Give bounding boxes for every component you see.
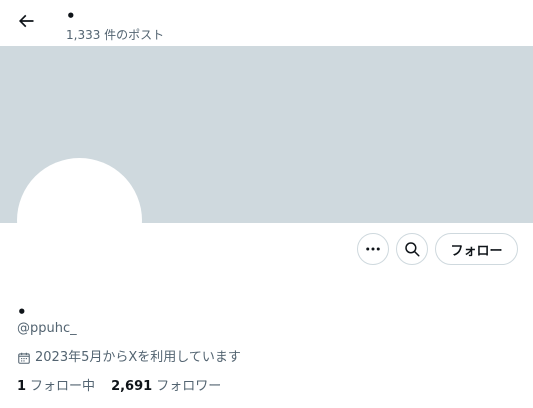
calendar-icon — [18, 352, 30, 364]
follow-stats: 1 フォロー中 2,691 フォロワー — [17, 378, 237, 396]
following-label: フォロー中 — [30, 379, 96, 394]
following-count: 1 — [17, 379, 27, 394]
followers-link[interactable]: 2,691 フォロワー — [111, 378, 221, 396]
header-name: • — [66, 7, 76, 25]
avatar[interactable] — [17, 158, 142, 283]
search-icon — [405, 242, 420, 257]
search-button[interactable] — [396, 233, 428, 265]
profile-header: • 1,333 件のポスト — [0, 0, 533, 46]
follow-button[interactable]: フォロー — [435, 233, 518, 265]
profile-handle: @ppuhc_ — [17, 321, 77, 336]
back-arrow-icon — [18, 14, 34, 28]
followers-label: フォロワー — [156, 379, 222, 394]
join-date-text: 2023年5月からXを利用しています — [35, 350, 241, 365]
back-button[interactable] — [10, 5, 42, 37]
more-button[interactable] — [357, 233, 389, 265]
join-date: 2023年5月からXを利用しています — [17, 349, 241, 367]
more-icon — [366, 247, 380, 251]
post-count: 1,333 件のポスト — [66, 28, 165, 42]
followers-count: 2,691 — [111, 379, 153, 394]
profile-page: • 1,333 件のポスト フォロー • @ppuhc_ 2023年5月からXを… — [0, 0, 533, 408]
profile-name: • — [17, 303, 27, 321]
following-link[interactable]: 1 フォロー中 — [17, 378, 95, 396]
